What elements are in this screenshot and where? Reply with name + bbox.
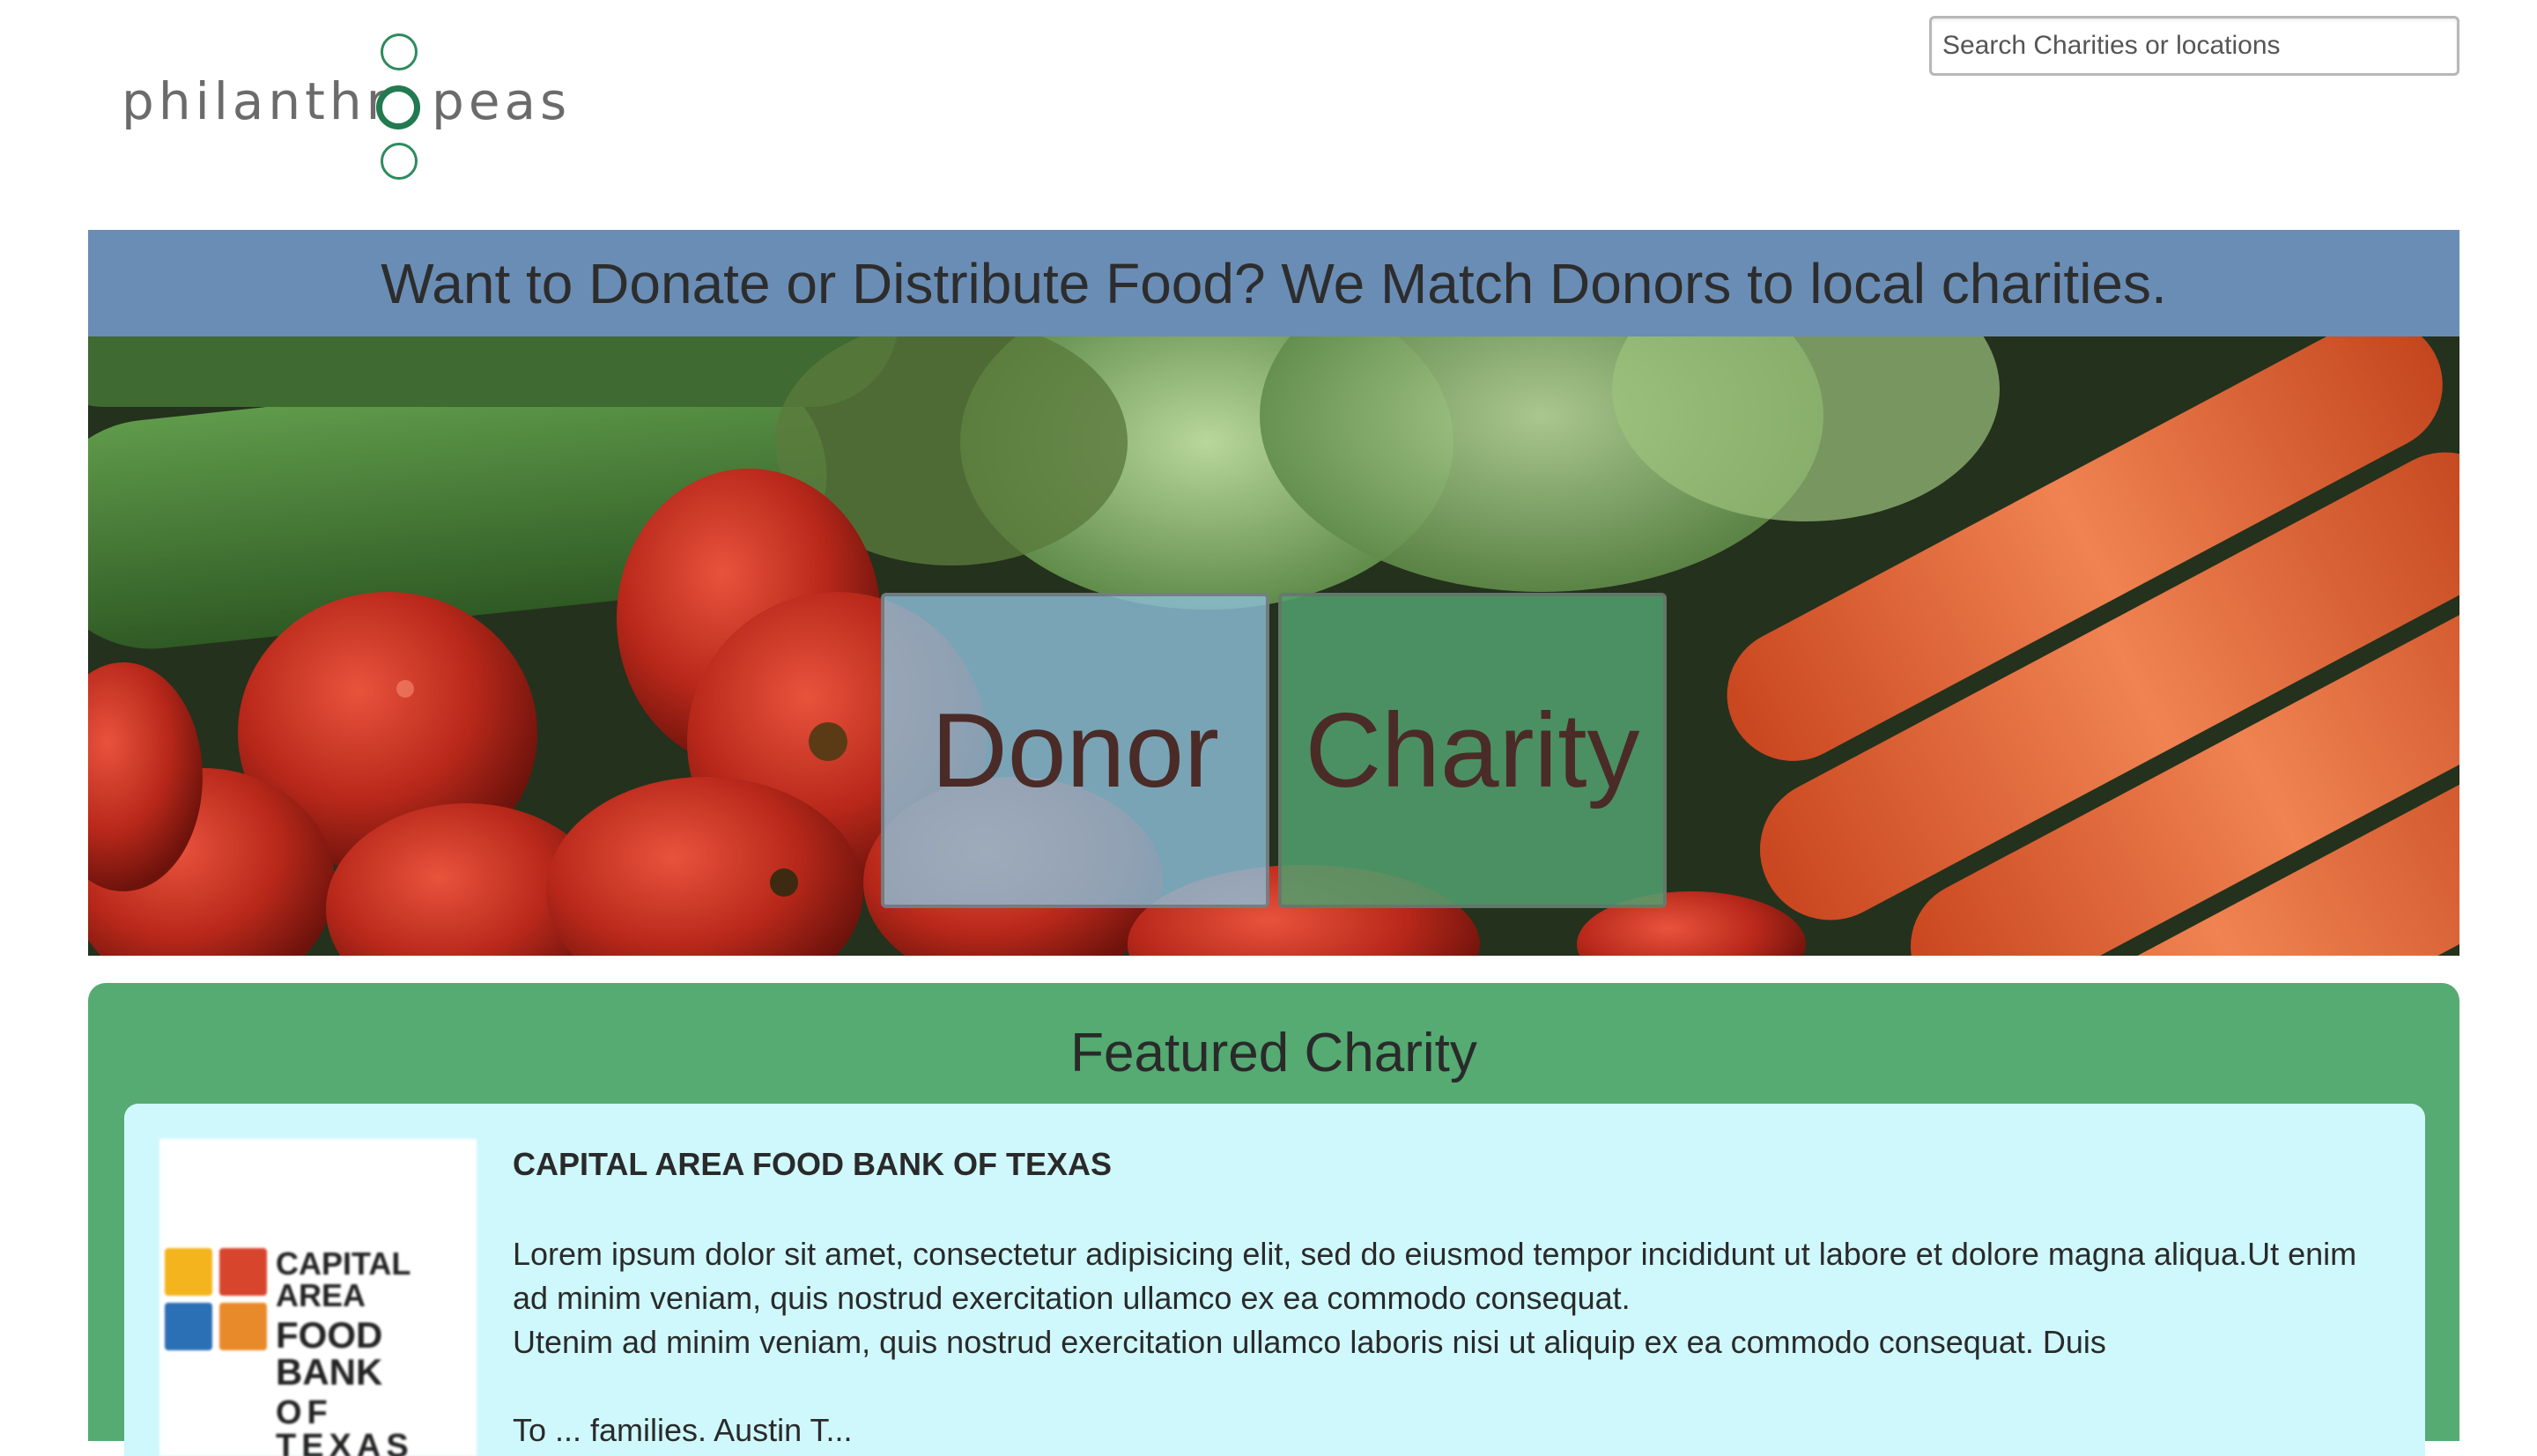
charity-logo-line-1: CAPITAL AREA [276, 1245, 411, 1313]
charity-button[interactable]: Charity [1278, 593, 1667, 908]
logo-circle-middle-icon [376, 85, 420, 129]
logo-circle-bottom-icon [381, 143, 418, 180]
logo-circle-top-icon [381, 33, 418, 70]
charity-description: Lorem ipsum dolor sit amet, consectetur … [513, 1232, 2398, 1364]
charity-card[interactable]: CAPITAL AREA FOOD BANK OF TEXAS CAPITAL … [124, 1104, 2425, 1456]
featured-charity-section: Featured Charity CAPITAL AREA FOOD BANK … [88, 983, 2459, 1456]
search-input[interactable] [1929, 16, 2459, 76]
logo-text-right: peas [432, 71, 572, 131]
hero-vegetables-image [88, 336, 2459, 956]
donor-button[interactable]: Donor [881, 593, 1269, 908]
charity-logo-tiles-icon [165, 1248, 269, 1352]
charity-name: CAPITAL AREA FOOD BANK OF TEXAS [513, 1146, 1113, 1182]
charity-button-label: Charity [1305, 691, 1640, 809]
charity-description-paragraph-1: Lorem ipsum dolor sit amet, consectetur … [513, 1236, 2357, 1316]
donor-button-label: Donor [931, 691, 1219, 809]
charity-logo-line-2: FOOD BANK [276, 1314, 383, 1393]
tagline-banner: Want to Donate or Distribute Food? We Ma… [88, 230, 2459, 336]
charity-logo-line-3: OF TEXAS [276, 1394, 414, 1456]
featured-charity-title: Featured Charity [1070, 1023, 1477, 1083]
charity-description-paragraph-2: Utenim ad minim veniam, quis nostrud exe… [513, 1324, 2106, 1360]
site-logo[interactable]: philanthr peas [115, 28, 573, 187]
charity-logo-image[interactable]: CAPITAL AREA FOOD BANK OF TEXAS [159, 1139, 477, 1456]
tagline-text: Want to Donate or Distribute Food? We Ma… [381, 251, 2167, 315]
logo-text-left: philanthr [122, 71, 392, 131]
hero-banner: Donor Charity [88, 336, 2459, 956]
charity-description-paragraph-3: To ... families. Austin T... [513, 1412, 853, 1448]
